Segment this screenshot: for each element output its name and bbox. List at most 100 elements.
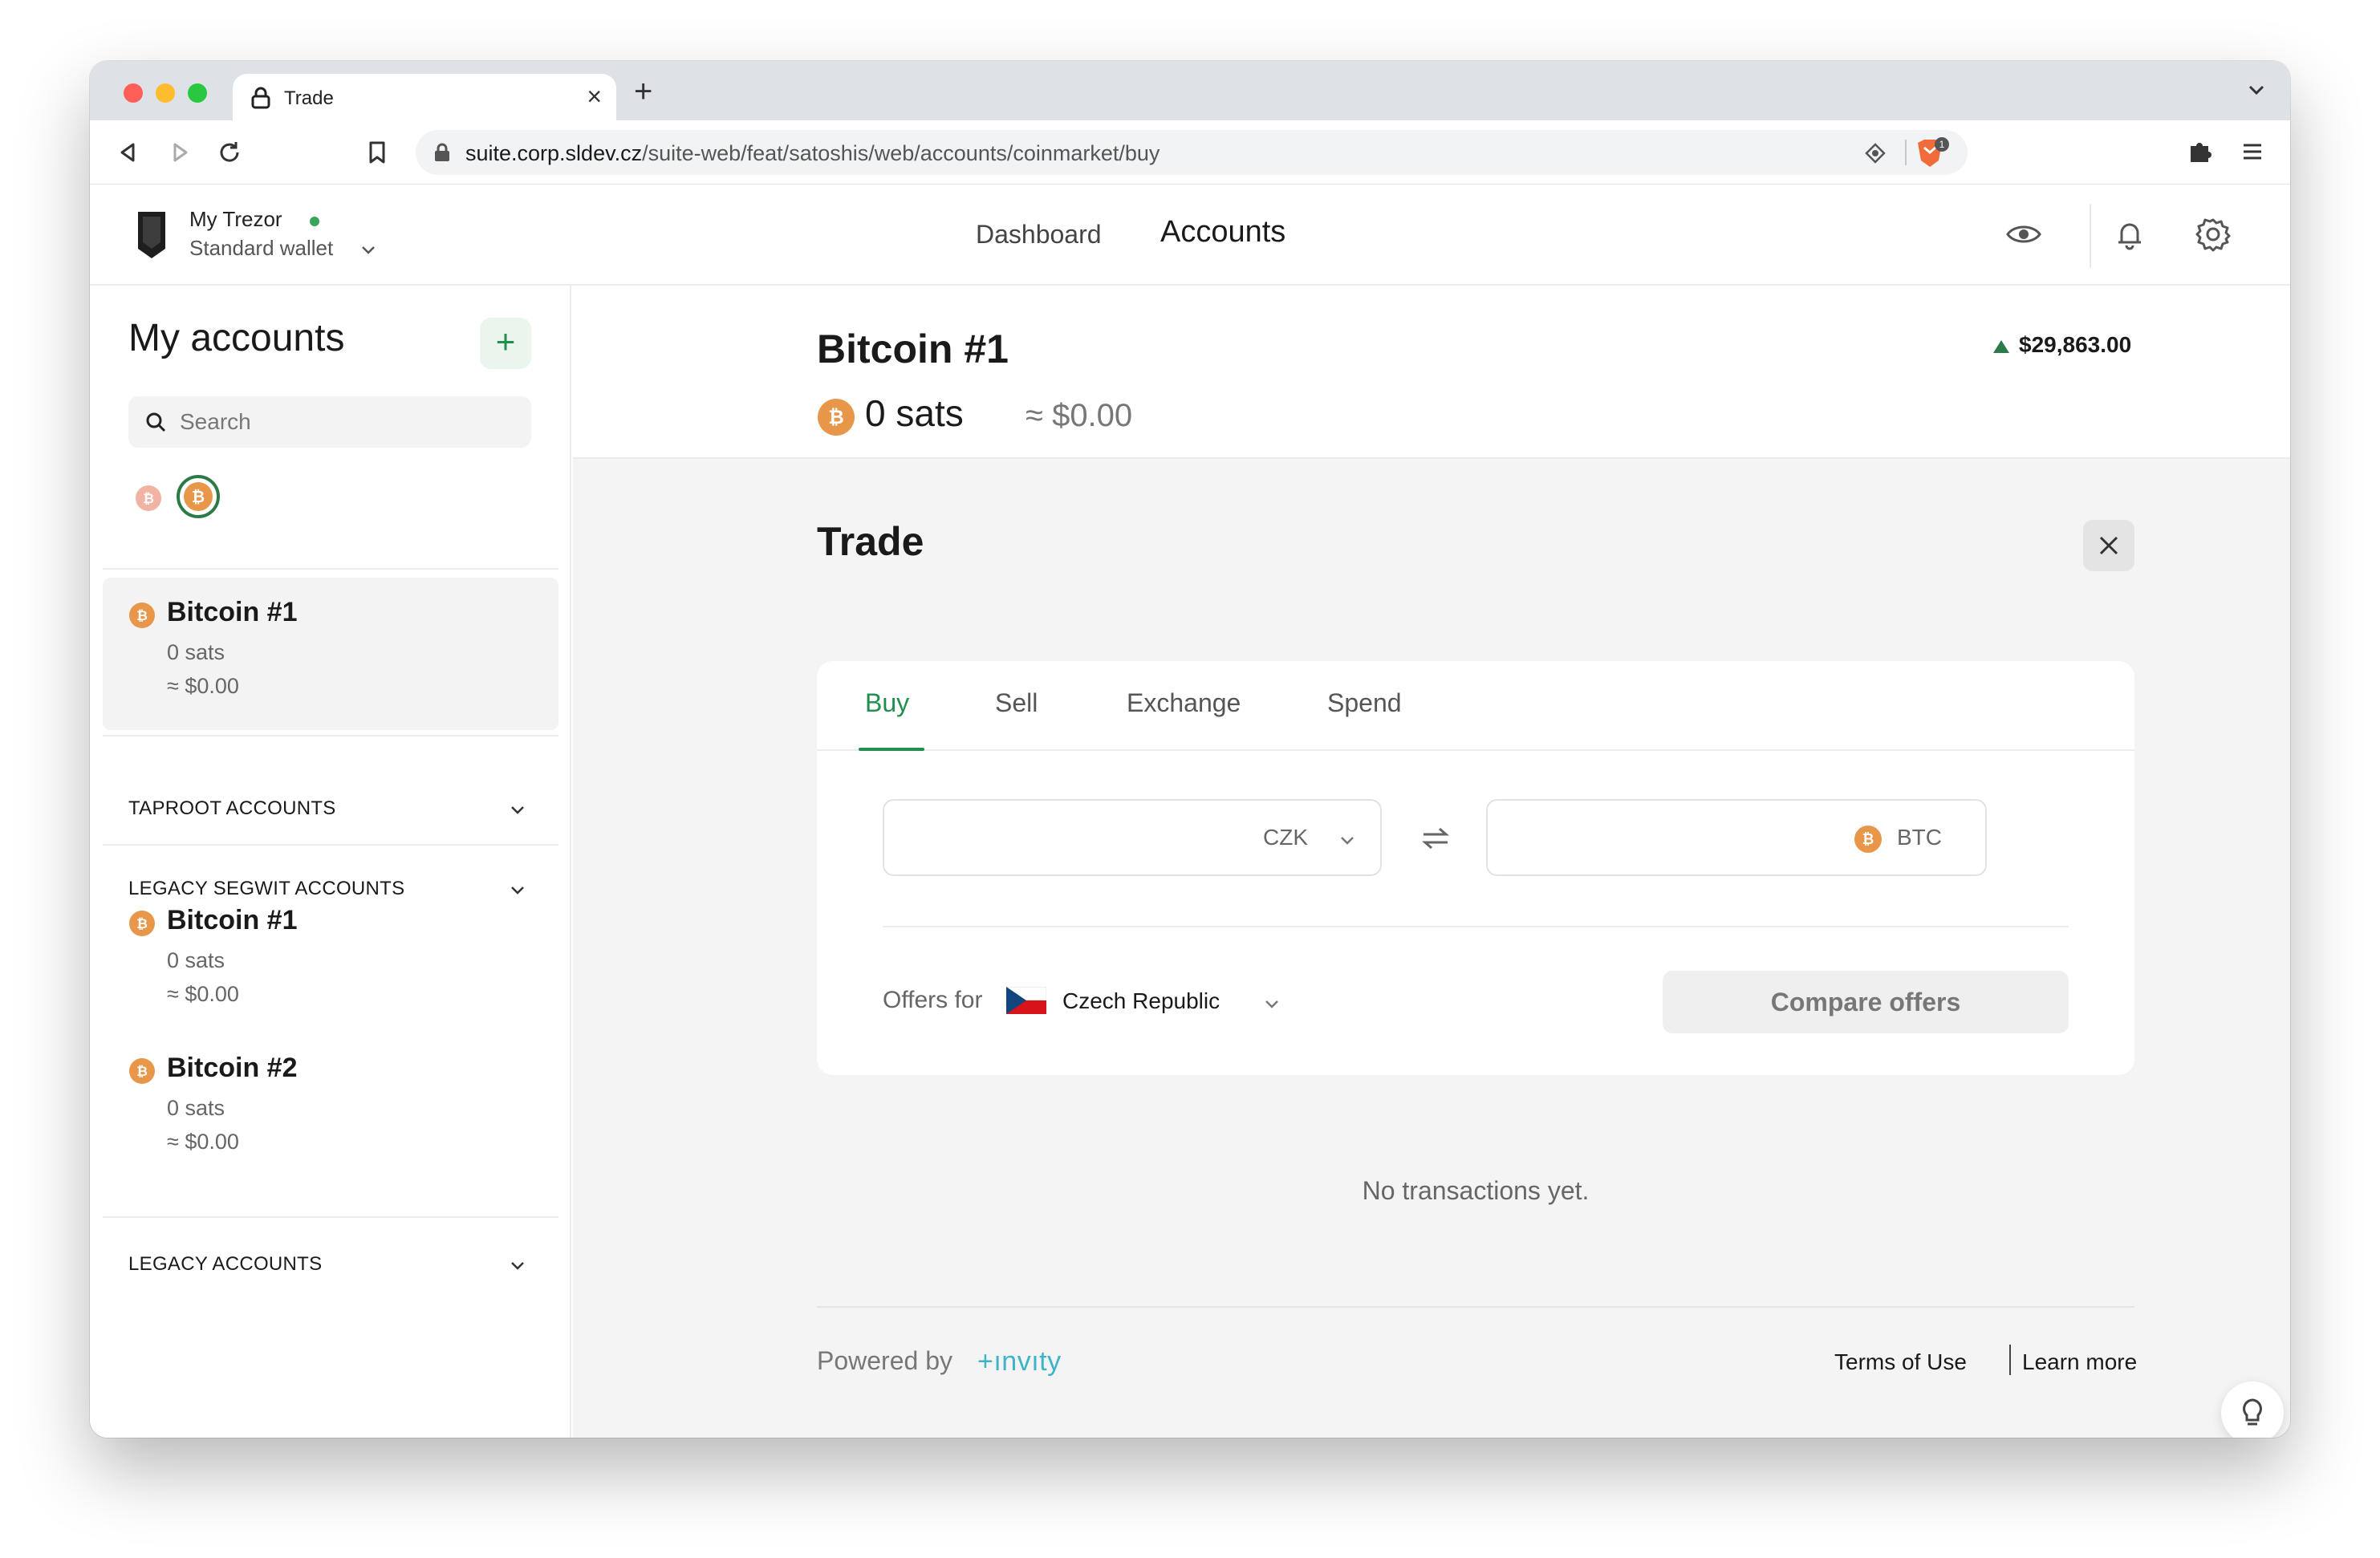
- compare-offers-button[interactable]: Compare offers: [1663, 971, 2069, 1033]
- terms-of-use-link[interactable]: Terms of Use: [1834, 1349, 1967, 1375]
- account-balance-large: 0 sats: [865, 392, 964, 434]
- trezor-device-icon[interactable]: [135, 209, 169, 262]
- account-search[interactable]: [128, 396, 531, 448]
- close-window-button[interactable]: [124, 83, 143, 103]
- guide-button[interactable]: [2221, 1382, 2284, 1438]
- invity-logo[interactable]: +ınvıty: [977, 1346, 1062, 1377]
- lightbulb-icon: [2243, 1398, 2262, 1426]
- chevron-down-icon[interactable]: [359, 241, 377, 258]
- trade-card: Buy Sell Exchange Spend CZK ₿ BTC Offers…: [817, 661, 2134, 1075]
- add-account-button[interactable]: +: [480, 318, 531, 369]
- sidebar-divider: [103, 735, 558, 736]
- close-trade-button[interactable]: [2083, 520, 2134, 571]
- account-fiat: ≈ $0.00: [167, 982, 239, 1006]
- account-fiat: ≈ $0.00: [167, 1130, 239, 1154]
- tab-sell[interactable]: Sell: [995, 688, 1038, 718]
- address-bar-separator: [1905, 140, 1907, 165]
- search-icon: [146, 412, 166, 432]
- accounts-sidebar: My accounts + ₿ ₿ ₿ Bitcoin #1: [90, 286, 571, 1438]
- wallet-name[interactable]: Standard wallet: [189, 236, 333, 261]
- browser-window: Trade × + suite.corp.sldev.cz/suite-web/: [90, 61, 2290, 1438]
- main-content: Bitcoin #1 ₿ 0 sats ≈ $0.00 $29,863.00 T…: [573, 286, 2290, 1438]
- reader-mode-icon[interactable]: [1863, 141, 1887, 165]
- browser-toolbar: suite.corp.sldev.cz/suite-web/feat/satos…: [90, 120, 2290, 185]
- bitcoin-filter-icon[interactable]: ₿: [135, 485, 162, 512]
- tab-close-icon[interactable]: ×: [587, 82, 602, 111]
- svg-text:₿: ₿: [136, 608, 148, 623]
- chevron-down-icon[interactable]: [1261, 993, 1282, 1014]
- browser-menu-icon[interactable]: [2239, 138, 2266, 165]
- country-select[interactable]: Czech Republic: [1062, 988, 1220, 1014]
- svg-text:₿: ₿: [828, 407, 844, 428]
- new-tab-button[interactable]: +: [634, 74, 652, 109]
- account-name: Bitcoin #2: [167, 1053, 298, 1083]
- bookmark-icon[interactable]: [363, 138, 392, 167]
- fiat-amount-input[interactable]: CZK: [883, 799, 1382, 876]
- lock-icon: [251, 87, 270, 109]
- account-name: Bitcoin #1: [167, 905, 298, 935]
- svg-text:₿: ₿: [192, 489, 205, 506]
- btc-price: $29,863.00: [2019, 332, 2132, 357]
- nav-accounts[interactable]: Accounts: [1160, 215, 1285, 250]
- svg-text:₿: ₿: [143, 491, 154, 506]
- eye-icon[interactable]: [2004, 215, 2043, 254]
- window-controls: [124, 83, 207, 103]
- account-balance: 0 sats: [167, 1096, 225, 1120]
- reload-icon[interactable]: [215, 138, 244, 167]
- price-up-icon: [1993, 340, 2009, 353]
- gear-icon[interactable]: [2194, 215, 2232, 254]
- chevron-down-icon[interactable]: [507, 799, 528, 820]
- chevron-down-icon[interactable]: [1337, 830, 1358, 850]
- group-taproot[interactable]: TAPROOT ACCOUNTS: [128, 797, 336, 820]
- account-name: Bitcoin #1: [167, 597, 298, 627]
- nav-dashboard[interactable]: Dashboard: [976, 220, 1102, 250]
- tab-buy[interactable]: Buy: [865, 688, 909, 718]
- close-icon: [2099, 536, 2118, 555]
- account-item[interactable]: ₿ Bitcoin #1 0 sats ≈ $0.00: [103, 578, 558, 730]
- extensions-icon[interactable]: [2186, 138, 2213, 165]
- brave-shields-icon[interactable]: 1: [1913, 136, 1950, 170]
- tab-spend[interactable]: Spend: [1327, 688, 1402, 718]
- brave-badge: 1: [1939, 139, 1945, 150]
- zoom-window-button[interactable]: [188, 83, 207, 103]
- tab-exchange[interactable]: Exchange: [1127, 688, 1241, 718]
- bitcoin-icon: ₿: [184, 482, 213, 511]
- browser-tabstrip: Trade × +: [90, 61, 2290, 120]
- search-input[interactable]: [180, 396, 517, 448]
- chevron-down-icon[interactable]: [507, 1255, 528, 1276]
- minimize-window-button[interactable]: [156, 83, 175, 103]
- bitcoin-icon: ₿: [129, 603, 155, 628]
- bitcoin-icon: ₿: [1854, 826, 1882, 853]
- forward-icon[interactable]: [165, 138, 194, 167]
- crypto-amount-input[interactable]: ₿ BTC: [1486, 799, 1987, 876]
- active-tab-indicator: [859, 748, 924, 751]
- account-title: Bitcoin #1: [817, 327, 1009, 371]
- device-name[interactable]: My Trezor: [189, 207, 282, 232]
- group-legacy[interactable]: LEGACY ACCOUNTS: [128, 1253, 322, 1276]
- bell-icon[interactable]: [2110, 215, 2149, 254]
- tab-title: Trade: [284, 87, 334, 109]
- address-bar[interactable]: suite.corp.sldev.cz/suite-web/feat/satos…: [416, 130, 1968, 175]
- browser-tab[interactable]: Trade ×: [233, 74, 616, 120]
- back-icon[interactable]: [114, 138, 143, 167]
- tab-search-chevron-icon[interactable]: [2245, 79, 2268, 101]
- learn-more-link[interactable]: Learn more: [2022, 1349, 2137, 1375]
- account-item[interactable]: ₿ Bitcoin #1 0 sats ≈ $0.00: [103, 886, 558, 1038]
- bitcoin-filter-selected[interactable]: ₿: [177, 475, 220, 518]
- czech-flag-icon: [1006, 987, 1046, 1014]
- footer-divider: [817, 1306, 2134, 1308]
- powered-by-label: Powered by: [817, 1346, 952, 1375]
- swap-arrows-icon[interactable]: [1420, 826, 1451, 850]
- fiat-currency-select[interactable]: CZK: [1263, 825, 1308, 850]
- account-header: Bitcoin #1 ₿ 0 sats ≈ $0.00 $29,863.00: [573, 286, 2290, 459]
- url-text[interactable]: suite.corp.sldev.cz/suite-web/feat/satos…: [465, 141, 1160, 166]
- svg-text:₿: ₿: [136, 916, 148, 931]
- sidebar-divider: [103, 1216, 558, 1218]
- account-item[interactable]: ₿ Bitcoin #2 0 sats ≈ $0.00: [103, 1033, 558, 1186]
- secure-lock-icon: [435, 143, 449, 161]
- offers-for-label: Offers for: [883, 987, 983, 1013]
- account-balance: 0 sats: [167, 640, 225, 664]
- account-fiat-large: ≈ $0.00: [1026, 398, 1133, 433]
- sidebar-title: My accounts: [128, 317, 345, 359]
- account-balance: 0 sats: [167, 948, 225, 972]
